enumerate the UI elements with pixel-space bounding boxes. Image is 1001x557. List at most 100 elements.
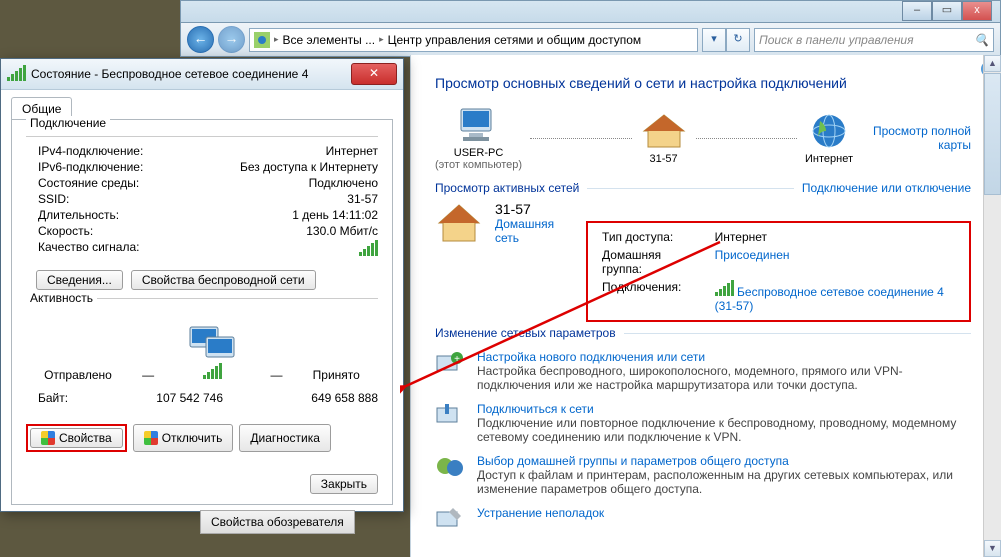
- computer-icon: [455, 105, 503, 145]
- change-settings-header: Изменение сетевых параметров: [435, 326, 971, 340]
- minimize-button[interactable]: –: [902, 1, 932, 21]
- history-dropdown-button[interactable]: ▾: [702, 28, 726, 52]
- dialog-body: Подключение IPv4-подключение:Интернет IP…: [11, 119, 393, 505]
- chevron-right-icon[interactable]: ▸: [274, 34, 279, 45]
- page-title: Просмотр основных сведений о сети и наст…: [435, 75, 971, 91]
- kv-key: Состояние среды:: [38, 176, 309, 190]
- details-button[interactable]: Сведения...: [36, 270, 123, 290]
- network-name: 31-57: [495, 201, 574, 217]
- connect-disconnect-link[interactable]: Подключение или отключение: [802, 181, 971, 195]
- bytes-received: 649 658 888: [253, 391, 378, 405]
- network-center-panel: ? Просмотр основных сведений о сети и на…: [410, 55, 1001, 557]
- sent-label: Отправлено: [44, 368, 112, 382]
- bytes-sent: 107 542 746: [98, 391, 253, 405]
- kv-val: 130.0 Мбит/c: [306, 224, 378, 238]
- dialog-title: Состояние - Беспроводное сетевое соедине…: [31, 67, 308, 81]
- map-node-internet: Интернет: [805, 111, 853, 165]
- item-desc: Доступ к файлам и принтерам, расположенн…: [477, 468, 971, 496]
- troubleshoot-item[interactable]: Устранение неполадок: [435, 506, 971, 532]
- tab-strip: Общие: [1, 90, 403, 119]
- stray-window-title[interactable]: Свойства обозревателя: [200, 510, 355, 534]
- globe-icon: [805, 111, 853, 151]
- properties-button[interactable]: Свойства: [30, 428, 123, 448]
- breadcrumb-item[interactable]: Все элементы ...: [283, 33, 376, 47]
- vertical-scrollbar[interactable]: ▲ ▼: [983, 55, 1001, 557]
- search-icon: 🔍: [974, 33, 989, 47]
- full-map-link[interactable]: Просмотр полной карты: [873, 124, 971, 152]
- nav-forward-button[interactable]: →: [218, 26, 245, 53]
- search-input[interactable]: Поиск в панели управления 🔍: [754, 28, 994, 52]
- kv-val: Подключено: [309, 176, 378, 190]
- map-node-router: 31-57: [640, 111, 688, 165]
- disable-button[interactable]: Отключить: [133, 424, 234, 452]
- access-type-label: Тип доступа:: [596, 229, 707, 245]
- item-title: Настройка нового подключения или сети: [477, 350, 971, 364]
- kv-val: 31-57: [347, 192, 378, 206]
- item-title: Устранение неполадок: [477, 506, 604, 520]
- connect-icon: [435, 402, 465, 428]
- wizard-icon: +: [435, 350, 465, 376]
- map-node-pc: USER-PC (этот компьютер): [435, 105, 522, 171]
- close-dialog-button[interactable]: Закрыть: [310, 474, 378, 494]
- setup-new-connection-item[interactable]: + Настройка нового подключения или сети …: [435, 350, 971, 392]
- scroll-thumb[interactable]: [984, 73, 1001, 195]
- map-connector: [530, 138, 631, 139]
- connection-group-label: Подключение: [26, 116, 110, 130]
- signal-quality-icon: [359, 240, 378, 259]
- diagnose-button[interactable]: Диагностика: [239, 424, 331, 452]
- dialog-titlebar[interactable]: Состояние - Беспроводное сетевое соедине…: [1, 59, 403, 90]
- item-desc: Настройка беспроводного, широкополосного…: [477, 364, 971, 392]
- item-desc: Подключение или повторное подключение к …: [477, 416, 971, 444]
- window-controls: – ▭ x: [902, 1, 992, 21]
- scroll-down-button[interactable]: ▼: [984, 540, 1001, 557]
- house-icon: [435, 201, 483, 245]
- kv-key: Качество сигнала:: [38, 240, 359, 259]
- network-type-link[interactable]: Домашняя сеть: [495, 217, 554, 245]
- shield-icon: [41, 431, 55, 445]
- control-panel-icon: [254, 32, 270, 48]
- bytes-label: Байт:: [38, 391, 98, 405]
- kv-val: 1 день 14:11:02: [292, 208, 378, 222]
- item-title: Выбор домашней группы и параметров общег…: [477, 454, 971, 468]
- address-toolbar: ← → ▸ Все элементы ... ▸ Центр управлени…: [180, 22, 1001, 57]
- wifi-status-dialog: Состояние - Беспроводное сетевое соедине…: [0, 58, 404, 512]
- refresh-button[interactable]: ↻: [726, 28, 750, 52]
- connection-details-highlight: Тип доступа: Интернет Домашняя группа: П…: [586, 221, 971, 322]
- close-button[interactable]: x: [962, 1, 992, 21]
- house-icon: [640, 111, 688, 151]
- parent-window-chrome: – ▭ x: [180, 0, 1001, 23]
- kv-val: Интернет: [326, 144, 378, 158]
- access-type-value: Интернет: [709, 229, 961, 245]
- maximize-button[interactable]: ▭: [932, 1, 962, 21]
- kv-val: Без доступа к Интернету: [240, 160, 378, 174]
- homegroup-label: Домашняя группа:: [596, 247, 707, 277]
- shield-icon: [144, 431, 158, 445]
- nav-back-button[interactable]: ←: [187, 26, 214, 53]
- search-placeholder: Поиск в панели управления: [759, 33, 914, 47]
- signal-icon: [7, 65, 26, 84]
- troubleshoot-icon: [435, 506, 465, 532]
- homegroup-icon: [435, 454, 465, 480]
- activity-group-label: Активность: [26, 291, 97, 305]
- kv-key: Скорость:: [38, 224, 306, 238]
- scroll-up-button[interactable]: ▲: [984, 55, 1001, 72]
- activity-icon: [184, 323, 240, 382]
- connect-network-item[interactable]: Подключиться к сети Подключение или повт…: [435, 402, 971, 444]
- connections-label: Подключения:: [596, 279, 707, 314]
- homegroup-item[interactable]: Выбор домашней группы и параметров общег…: [435, 454, 971, 496]
- dialog-close-button[interactable]: ✕: [351, 63, 397, 85]
- breadcrumb-item[interactable]: Центр управления сетями и общим доступом: [388, 33, 642, 47]
- received-label: Принято: [313, 368, 360, 382]
- kv-key: IPv6-подключение:: [38, 160, 240, 174]
- homegroup-link[interactable]: Присоединен: [715, 248, 790, 262]
- breadcrumb[interactable]: ▸ Все элементы ... ▸ Центр управления се…: [249, 28, 698, 52]
- chevron-right-icon[interactable]: ▸: [379, 34, 384, 45]
- svg-text:+: +: [454, 354, 460, 365]
- properties-highlight: Свойства: [26, 424, 127, 452]
- connection-link[interactable]: Беспроводное сетевое соединение 4 (31-57…: [715, 285, 944, 313]
- wifi-properties-button[interactable]: Свойства беспроводной сети: [131, 270, 316, 290]
- map-router-name: 31-57: [640, 153, 688, 165]
- item-title: Подключиться к сети: [477, 402, 971, 416]
- network-map: USER-PC (этот компьютер) 31-57 Интернет …: [435, 105, 971, 171]
- active-networks-header: Просмотр активных сетей Подключение или …: [435, 181, 971, 195]
